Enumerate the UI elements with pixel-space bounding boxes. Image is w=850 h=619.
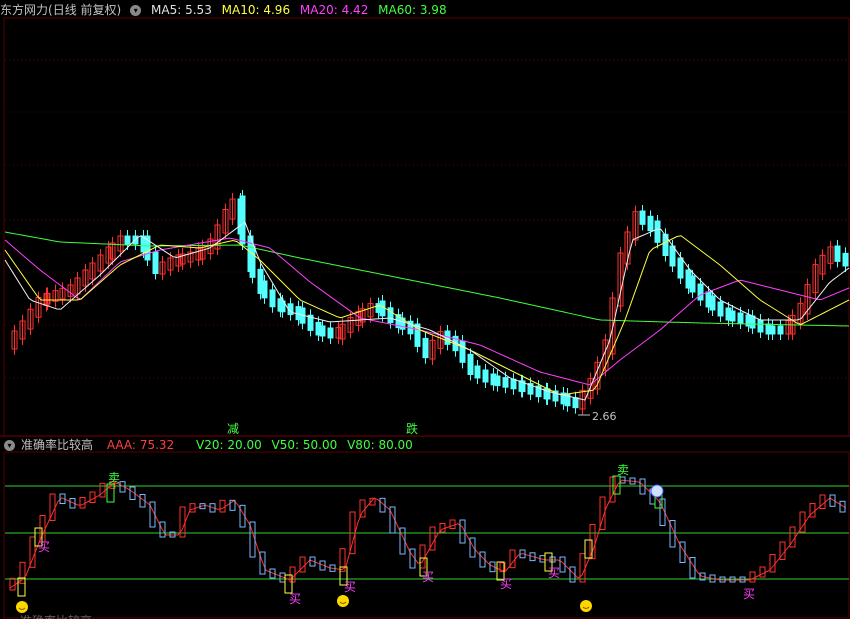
buy-label: 买 (38, 540, 50, 554)
bottom-panel-label: 准确率比较高 (20, 611, 92, 619)
chevron-down-icon[interactable]: ▾ (130, 5, 142, 16)
smiley-icon (580, 600, 592, 612)
candle-body (502, 377, 509, 388)
main-panel-frame (3, 17, 850, 437)
candle-body (697, 283, 704, 301)
indicator-panel-header: ▾ 准确率比较高 AAA: 75.32 V20: 20.00 V50: 50.00… (0, 436, 419, 454)
ma20-value: 4.42 (341, 3, 369, 17)
main-panel-header: 东方网力(日线 前复权) ▾ MA5: 5.53 MA10: 4.96 MA20:… (0, 1, 453, 19)
ma5-label: MA5: (151, 3, 182, 17)
sell-label: 卖 (617, 463, 629, 477)
period-label: (日线 前复权) (48, 3, 122, 17)
low-price-annotation: 2.66 (592, 410, 617, 423)
ma10-label: MA10: (221, 3, 260, 17)
candle-body (379, 300, 386, 317)
v50-value: 50.00 (302, 438, 338, 452)
ma5-value: 5.53 (185, 3, 212, 17)
candle-body (510, 378, 517, 390)
warning-icon (650, 484, 664, 498)
buy-label: 买 (548, 566, 560, 580)
v80-label: V80: (347, 438, 375, 452)
aaa-bar (99, 482, 106, 498)
aaa-bar (579, 553, 586, 583)
candle-body (677, 257, 684, 279)
candle-body (319, 325, 326, 337)
candle-body (709, 295, 716, 311)
candle-body (834, 245, 841, 262)
indicator-name: 准确率比较高 (21, 438, 94, 452)
candle-body (474, 365, 481, 379)
aaa-label: AAA: (106, 438, 136, 452)
aaa-bar (419, 544, 426, 569)
candle-body (737, 312, 744, 324)
candle-body (422, 337, 429, 359)
candle-body (757, 319, 764, 333)
candle-body (467, 353, 474, 376)
candle-body (152, 251, 159, 274)
buy-label: 买 (500, 577, 512, 591)
ma10-value: 4.96 (263, 3, 291, 17)
aaa-bar (89, 491, 96, 503)
buy-signal-bar (284, 574, 293, 594)
signal-reduce: 减 (227, 422, 240, 436)
candle-body (639, 210, 646, 225)
v20-value: 20.00 (227, 438, 262, 452)
candle-body (239, 195, 246, 245)
candle-body (842, 252, 849, 267)
ma60-value: 3.98 (419, 3, 447, 17)
v20-label: V20: (196, 438, 224, 452)
candle-body (749, 315, 756, 329)
candle-body (459, 340, 466, 363)
chart-canvas[interactable]: 买买买买 买买买卖卖 (0, 0, 850, 619)
candle-body (482, 369, 489, 383)
aaa-bar (449, 519, 456, 529)
stock-name: 东方网力 (0, 3, 49, 17)
candle-body (777, 325, 784, 335)
aaa-bar (469, 537, 476, 558)
aaa-bar (749, 571, 756, 583)
aaa-value: 75.32 (139, 438, 175, 452)
ma20-label: MA20: (299, 3, 338, 17)
candle-body (261, 280, 268, 299)
candle-body (654, 220, 661, 243)
candle-body (572, 397, 579, 409)
ma60-label: MA60: (378, 3, 417, 17)
candle-body (269, 289, 276, 308)
buy-label: 买 (344, 580, 356, 594)
candle-body (327, 327, 334, 339)
aaa-bar (79, 497, 86, 509)
candle-body (729, 310, 736, 322)
aaa-bar (759, 566, 766, 578)
aaa-bar (189, 503, 196, 513)
sell-label: 卖 (108, 471, 120, 485)
candle-body (769, 325, 776, 335)
indicator-panel-frame (3, 451, 850, 619)
candle-body (717, 301, 724, 317)
smiley-icon (337, 595, 349, 607)
candle-body (669, 245, 676, 267)
v80-value: 80.00 (378, 438, 413, 452)
candle-body (647, 215, 654, 232)
v50-label: V50: (271, 438, 300, 452)
signal-fall: 跌 (406, 422, 419, 436)
aaa-bar (219, 499, 226, 513)
candle-body (249, 245, 256, 278)
buy-label: 买 (422, 570, 434, 584)
buy-label: 买 (743, 587, 755, 601)
candle-body (494, 375, 501, 387)
buy-label: 买 (289, 592, 301, 606)
candle-body (124, 235, 131, 245)
candle-body (689, 275, 696, 293)
aaa-bar (9, 577, 16, 591)
chevron-down-icon[interactable]: ▾ (4, 440, 15, 451)
